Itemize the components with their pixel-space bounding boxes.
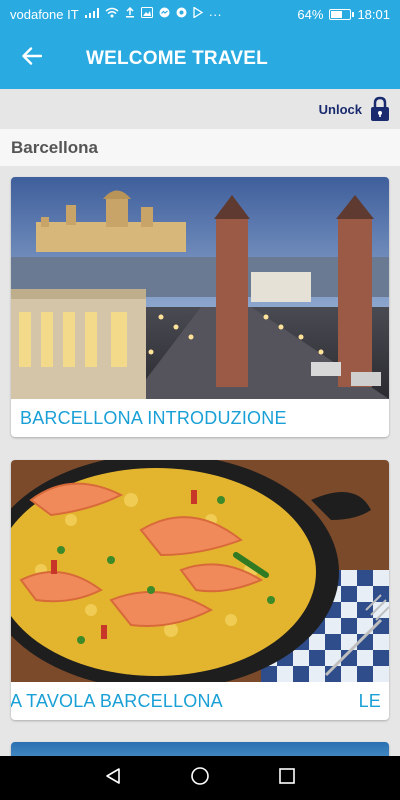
circle-home-icon [190,766,210,791]
gallery-icon [140,7,153,21]
signal-icon [84,7,99,21]
battery-percent: 64% [297,6,324,22]
card-title[interactable]: BARCELLONA INTRODUZIONE [11,399,389,437]
app-title: WELCOME TRAVEL [86,47,268,69]
next-card-title-peek: LE [358,690,381,711]
square-recents-icon [278,767,296,790]
upload-icon [125,6,135,21]
card-title[interactable]: A TAVOLA BARCELLONA LE [11,682,389,720]
arrow-left-icon [22,47,43,70]
battery-icon [329,8,355,20]
status-bar: vodafone IT ··· 64% 18:01 [0,0,400,28]
nav-back-button[interactable] [95,760,131,796]
wifi-icon [105,7,119,21]
system-nav-bar [0,756,400,800]
section-title: Barcellona [11,137,98,157]
messenger-icon [159,7,170,21]
clock: 18:01 [357,6,390,22]
lock-icon[interactable] [370,96,390,122]
more-notifications-indicator: ··· [208,6,222,22]
app-bar: WELCOME TRAVEL [0,28,400,89]
back-button[interactable] [0,28,64,89]
card-barcellona-introduzione[interactable]: BARCELLONA INTRODUZIONE [11,177,389,437]
card-title-text: A TAVOLA BARCELLONA [11,690,223,711]
play-store-icon [193,6,203,21]
section-header: Barcellona [0,129,400,166]
barcelona-city-image [11,177,389,399]
nav-recents-button[interactable] [269,760,305,796]
nav-home-button[interactable] [182,760,218,796]
card-title-text: BARCELLONA INTRODUZIONE [20,407,287,428]
paella-image [11,460,389,682]
unlock-button[interactable]: Unlock [319,102,362,117]
carrier-label: vodafone IT [10,6,79,22]
unlock-row[interactable]: Unlock [0,89,400,129]
card-a-tavola-barcellona[interactable]: A TAVOLA BARCELLONA LE [11,460,389,720]
triangle-back-icon [104,767,122,790]
notification-icon [176,7,187,21]
